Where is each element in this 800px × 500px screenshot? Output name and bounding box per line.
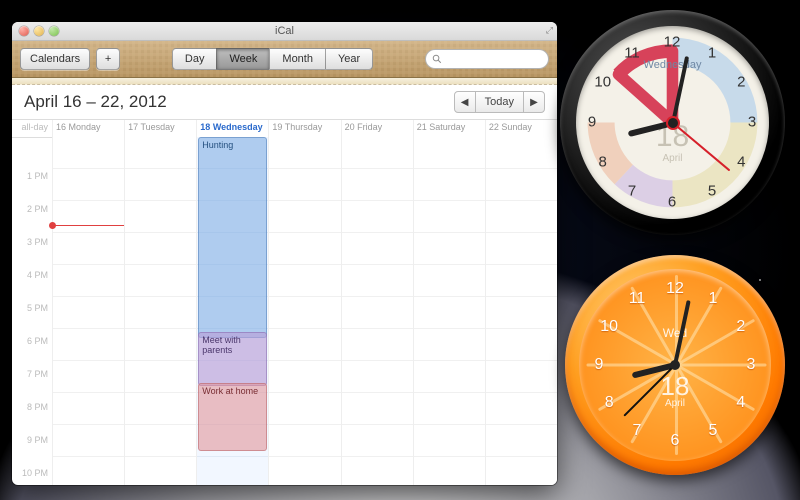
day-column-thu[interactable] xyxy=(268,137,340,485)
desktop-background: iCal ⤢ Calendars + Day Week Month Year A… xyxy=(0,0,800,500)
prev-week-button[interactable]: ◀ xyxy=(454,91,476,113)
analog-clock-widget[interactable]: Wednesday 18 April 121234567891011 xyxy=(560,10,785,235)
day-column-fri[interactable] xyxy=(341,137,413,485)
calendar-subheader: April 16 – 22, 2012 ◀ Today ▶ xyxy=(12,85,557,120)
clock-center-pin xyxy=(668,118,678,128)
orange-face: 121234567891011 Wed 18 April xyxy=(579,269,771,461)
ical-window: iCal ⤢ Calendars + Day Week Month Year A… xyxy=(12,22,557,485)
view-day[interactable]: Day xyxy=(172,48,218,70)
date-range-label: April 16 – 22, 2012 xyxy=(24,92,167,112)
day-header[interactable]: 17 Tuesday xyxy=(124,120,196,137)
window-proxy-icon[interactable]: ⤢ xyxy=(546,25,553,36)
stitch-divider xyxy=(12,78,557,85)
orange-month: April xyxy=(665,399,685,410)
day-header[interactable]: 21 Saturday xyxy=(413,120,485,137)
view-week[interactable]: Week xyxy=(216,48,270,70)
search-icon xyxy=(432,54,442,64)
window-title: iCal xyxy=(12,22,557,40)
event-work-at-home[interactable]: Work at home xyxy=(198,383,267,451)
allday-label: all-day xyxy=(12,120,52,137)
day-header[interactable]: 16 Monday xyxy=(52,120,124,137)
today-button[interactable]: Today xyxy=(476,91,523,113)
window-minimize-button[interactable] xyxy=(34,26,44,36)
view-month[interactable]: Month xyxy=(269,48,326,70)
day-column-tue[interactable] xyxy=(124,137,196,485)
clock-month: April xyxy=(662,154,682,165)
week-grid: all-day 16 Monday 17 Tuesday 18 Wednesda… xyxy=(12,120,557,485)
clock-face: Wednesday 18 April 121234567891011 xyxy=(576,26,769,219)
day-columns[interactable]: Hunting Meet with parents Work at home xyxy=(52,137,557,485)
day-column-sun[interactable] xyxy=(485,137,557,485)
orange-clock-widget[interactable]: 121234567891011 Wed 18 April xyxy=(565,255,785,475)
calendars-button[interactable]: Calendars xyxy=(20,48,90,70)
orange-daynum: 18 xyxy=(661,373,690,400)
day-header[interactable]: 20 Friday xyxy=(341,120,413,137)
add-event-button[interactable]: + xyxy=(96,48,120,70)
view-year[interactable]: Year xyxy=(325,48,373,70)
toolbar: Calendars + Day Week Month Year xyxy=(12,41,557,78)
day-header[interactable]: 22 Sunday xyxy=(485,120,557,137)
event-hunting[interactable]: Hunting xyxy=(198,137,267,338)
next-week-button[interactable]: ▶ xyxy=(523,91,545,113)
day-column-mon[interactable] xyxy=(52,137,124,485)
clock-weekday: Wednesday xyxy=(644,60,702,72)
day-header-active[interactable]: 18 Wednesday xyxy=(196,120,268,137)
window-titlebar[interactable]: iCal ⤢ xyxy=(12,22,557,41)
day-column-sat[interactable] xyxy=(413,137,485,485)
day-column-wed[interactable]: Hunting Meet with parents Work at home xyxy=(196,137,268,485)
day-header[interactable]: 19 Thursday xyxy=(268,120,340,137)
event-meet-parents[interactable]: Meet with parents xyxy=(198,332,267,386)
clock-center-pin xyxy=(670,360,680,370)
day-header-row: all-day 16 Monday 17 Tuesday 18 Wednesda… xyxy=(12,120,557,138)
view-segmented-control: Day Week Month Year xyxy=(172,48,373,70)
hour-gutter: 1 PM2 PM 3 PM4 PM5 PM 6 PM7 PM8 PM 9 PM1… xyxy=(12,137,52,485)
window-close-button[interactable] xyxy=(19,26,29,36)
window-zoom-button[interactable] xyxy=(49,26,59,36)
search-field[interactable] xyxy=(425,49,549,69)
current-time-indicator xyxy=(53,225,124,226)
